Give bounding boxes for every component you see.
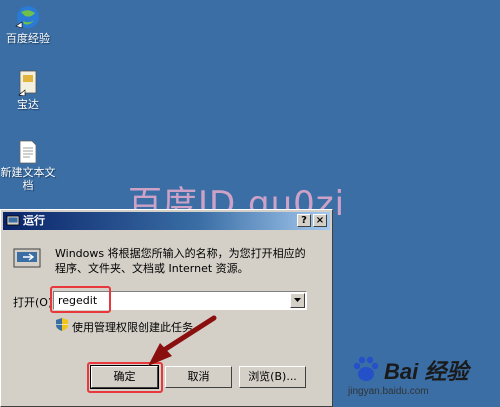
globe-icon [15,6,39,29]
close-button[interactable]: × [313,214,327,227]
logo-brand: Bai 经验 [384,359,469,384]
run-dialog: 运行 ? × Windows 将根据您所输入的名称，为您打开相应的程序、文件夹、… [0,209,333,407]
dialog-title: 运行 [23,214,45,227]
dropdown-arrow-button[interactable] [290,293,305,308]
desktop-icon-label: 百度经验 [6,32,50,45]
desktop-icon-new-text-document[interactable]: 新建文本文档 [0,140,56,192]
highlight-box-input [50,286,111,313]
chevron-down-icon [294,298,301,302]
run-program-icon [13,248,41,268]
highlight-box-ok [87,362,163,393]
dialog-description: Windows 将根据您所输入的名称，为您打开相应的程序、文件夹、文档或 Int… [55,247,306,275]
paw-logo-icon [353,356,379,381]
desktop-icon-label: 宝达 [17,98,39,111]
help-button[interactable]: ? [297,214,311,227]
admin-note: 使用管理权限创建此任务。 [72,321,204,334]
shortcut-file-icon [18,70,37,96]
desktop-icon-label: 新建文本文档 [0,166,56,192]
browse-button[interactable]: 浏览(B)... [239,366,306,388]
desktop-icon-baoda[interactable]: 宝达 [0,70,56,111]
desktop-icon-baidu-jingyan[interactable]: 百度经验 [0,4,56,45]
shield-icon [56,318,68,331]
run-icon [6,215,20,226]
dialog-titlebar[interactable]: 运行 ? × [3,212,330,230]
text-document-icon [19,140,37,164]
baidu-jingyan-logo: Bai 经验 jingyan.baidu.com [346,352,486,402]
cancel-button[interactable]: 取消 [165,366,232,388]
logo-url: jingyan.baidu.com [348,386,429,397]
